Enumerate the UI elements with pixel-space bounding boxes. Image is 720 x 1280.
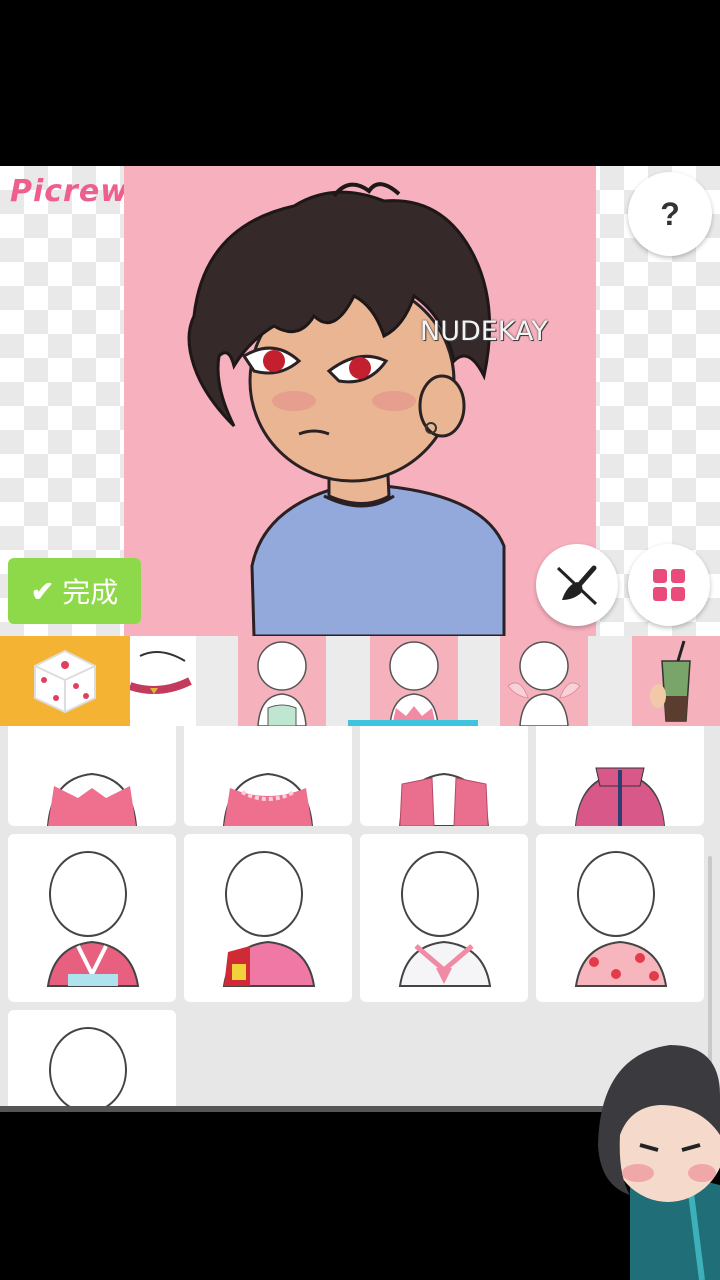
inner-shirt-icon bbox=[257, 641, 307, 726]
pink-frill-top-icon bbox=[222, 772, 314, 826]
item-partial[interactable] bbox=[8, 1010, 176, 1110]
item-pink-open-jacket[interactable] bbox=[360, 726, 528, 826]
tab-bubble-tea[interactable] bbox=[632, 636, 720, 726]
sailor-top-icon bbox=[398, 851, 492, 987]
pink-tshirt-icon bbox=[46, 772, 138, 826]
brush-toggle-button[interactable] bbox=[536, 544, 618, 626]
randomize-button[interactable] bbox=[0, 636, 130, 726]
item-pink-frill-top[interactable] bbox=[184, 726, 352, 826]
help-label: ? bbox=[660, 195, 680, 232]
tab-wings[interactable] bbox=[500, 636, 588, 726]
item-pink-track-jacket[interactable] bbox=[536, 726, 704, 826]
item-sailor-top[interactable] bbox=[360, 834, 528, 1002]
pink-kimono-icon bbox=[46, 851, 140, 987]
item-strawberry-shirt[interactable] bbox=[536, 834, 704, 1002]
item-pink-kimono[interactable] bbox=[8, 834, 176, 1002]
done-label: 完成 bbox=[62, 577, 119, 608]
partial-item-icon bbox=[49, 1027, 127, 1110]
streamer-avatar bbox=[598, 1045, 720, 1280]
done-button[interactable]: ✔ 完成 bbox=[8, 558, 141, 624]
preview-stage: Picrew NUDEKAY ? ✔ 完成 bbox=[0, 166, 720, 636]
picrew-logo: Picrew bbox=[10, 174, 129, 209]
strawberry-shirt-icon bbox=[574, 851, 668, 987]
outer-top-icon bbox=[389, 641, 439, 726]
picrew-app: Picrew NUDEKAY ? ✔ 完成 bbox=[0, 166, 720, 1110]
category-strip bbox=[0, 636, 720, 726]
dice-icon bbox=[34, 649, 96, 714]
character-drawing bbox=[187, 182, 506, 636]
item-pink-bomber-jacket[interactable] bbox=[184, 834, 352, 1002]
pink-bomber-jacket-icon bbox=[222, 851, 316, 987]
check-icon: ✔ bbox=[30, 575, 55, 607]
tab-choker[interactable] bbox=[130, 636, 196, 726]
tab-outer-top[interactable] bbox=[370, 636, 458, 726]
pink-open-jacket-icon bbox=[398, 772, 490, 826]
bubble-tea-icon bbox=[650, 640, 691, 722]
item-pink-tshirt[interactable] bbox=[8, 726, 176, 826]
choker-icon bbox=[130, 651, 192, 694]
grid-view-button[interactable] bbox=[628, 544, 710, 626]
tab-inner-shirt[interactable] bbox=[238, 636, 326, 726]
watermark-text: NUDEKAY bbox=[420, 316, 548, 347]
character-portrait: NUDEKAY bbox=[124, 166, 596, 636]
brush-toggle-icon bbox=[556, 565, 598, 606]
wings-icon bbox=[507, 641, 581, 726]
grid-icon bbox=[653, 569, 685, 601]
pink-track-jacket-icon bbox=[574, 767, 666, 826]
help-button[interactable]: ? bbox=[628, 172, 712, 256]
